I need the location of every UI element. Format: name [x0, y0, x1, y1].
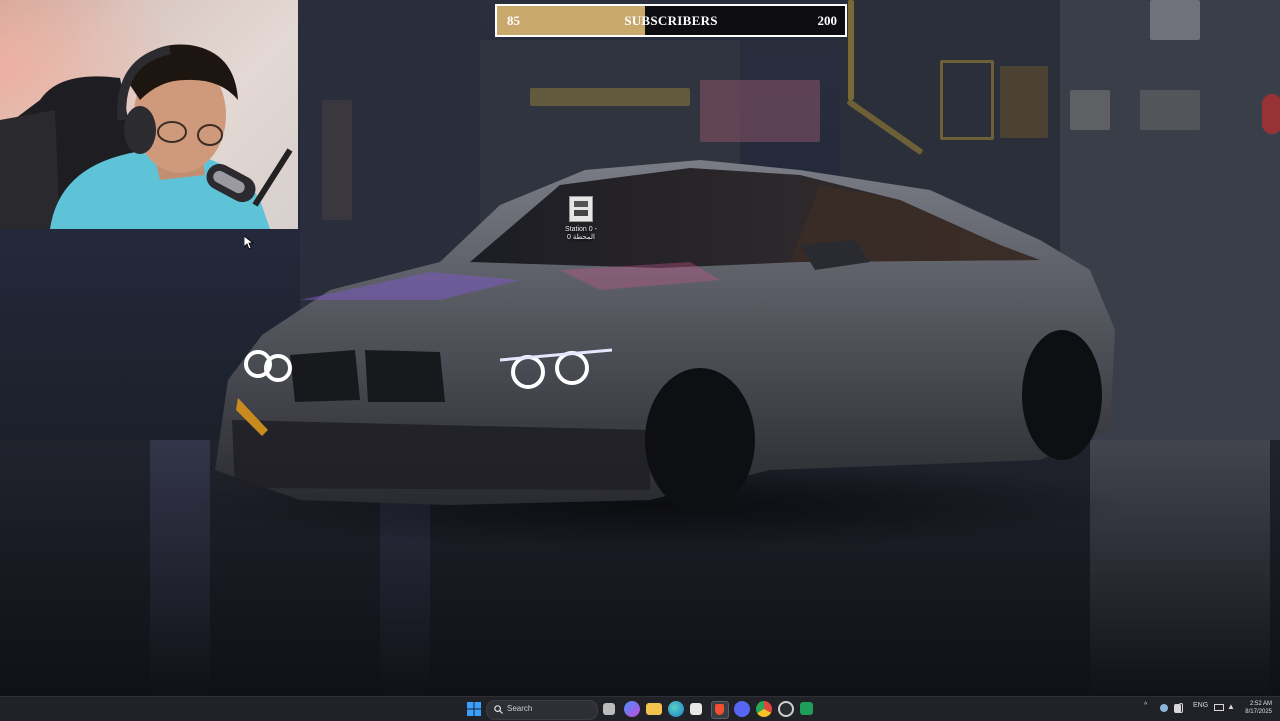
- microphone-icon[interactable]: [1179, 703, 1183, 713]
- webcam-feed: [0, 0, 298, 229]
- clock-time: 2:52 AM: [1249, 701, 1272, 707]
- tray-cloud-icon[interactable]: [1160, 704, 1168, 712]
- discord-icon[interactable]: [734, 701, 750, 717]
- shortcut-label-line1: Station 0 -: [565, 226, 597, 233]
- subscriber-goal-bar: 85 SUBSCRIBERS 200: [495, 4, 847, 37]
- obs-icon[interactable]: [778, 701, 794, 717]
- subscriber-goal-count: 200: [817, 13, 838, 28]
- shortcut-icon: [569, 196, 593, 222]
- edge-icon[interactable]: [668, 701, 684, 717]
- store-icon[interactable]: [690, 703, 702, 715]
- excel-icon[interactable]: [800, 702, 813, 715]
- taskbar-search-input[interactable]: Search: [486, 700, 598, 720]
- chrome-icon[interactable]: [756, 701, 772, 717]
- tray-chevron-up-icon[interactable]: ^: [1144, 702, 1147, 709]
- monitor-icon[interactable]: [1214, 704, 1224, 711]
- brave-icon[interactable]: [711, 701, 729, 719]
- file-explorer-icon[interactable]: [646, 703, 662, 715]
- clock[interactable]: 2:52 AM 8/17/2025: [1245, 700, 1272, 716]
- clock-date: 8/17/2025: [1245, 709, 1272, 715]
- search-placeholder: Search: [507, 704, 533, 713]
- taskbar: Search ^ ENG ▲ 2:52 AM 8/17/2025: [0, 696, 1280, 721]
- search-icon: [494, 705, 503, 714]
- language-indicator[interactable]: ENG: [1193, 702, 1208, 709]
- shortcut-label-line2: 0 المحطة: [567, 234, 595, 241]
- webcam-overlay: [0, 0, 298, 229]
- start-icon[interactable]: [466, 701, 482, 717]
- volume-icon[interactable]: ▲: [1227, 702, 1235, 711]
- mouse-cursor-icon: [244, 236, 254, 250]
- desktop-shortcut-station[interactable]: Station 0 - 0 المحطة: [558, 196, 604, 242]
- copilot-icon[interactable]: [624, 701, 640, 717]
- task-view-icon[interactable]: [603, 703, 615, 715]
- subscriber-bar-title: SUBSCRIBERS: [624, 13, 718, 28]
